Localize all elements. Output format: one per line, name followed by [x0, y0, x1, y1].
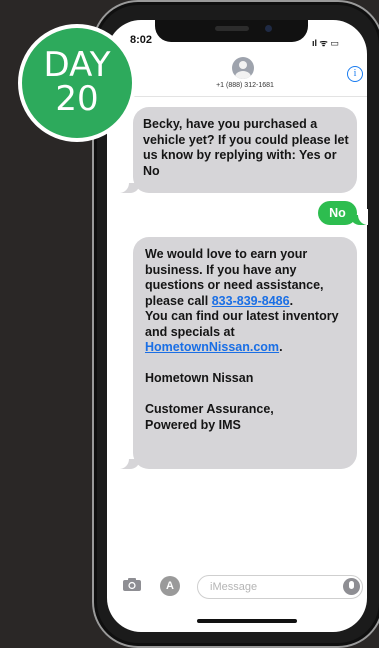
outgoing-message: No [318, 201, 357, 225]
contact-avatar-icon[interactable] [232, 57, 254, 79]
badge-number: 20 [55, 79, 99, 119]
status-icons: ıl ᯤ ▭ [312, 38, 339, 48]
message-text: Becky, have you purchased a vehicle yet?… [143, 117, 349, 178]
app-store-icon[interactable]: A [160, 576, 180, 596]
incoming-message-1: Becky, have you purchased a vehicle yet?… [133, 107, 357, 193]
signature-line-1: Customer Assurance, [145, 402, 274, 416]
info-icon[interactable]: i [347, 66, 363, 82]
badge-label: DAY [43, 45, 111, 85]
signature-line-2: Powered by IMS [145, 417, 241, 432]
imessage-input[interactable]: iMessage [197, 575, 363, 599]
avatar-head [239, 61, 247, 69]
incoming-message-2: We would love to earn your business. If … [133, 237, 357, 469]
speaker [215, 26, 249, 31]
header-divider [107, 96, 367, 97]
message-body: We would love to earn your business. If … [145, 247, 351, 433]
sender-name: Hometown Nissan [145, 371, 254, 385]
website-link[interactable]: HometownNissan.com [145, 340, 279, 354]
notch [155, 20, 308, 42]
camera-icon[interactable] [122, 577, 142, 592]
punctuation: . [279, 340, 283, 354]
phone-link[interactable]: 833-839-8486 [212, 294, 290, 308]
status-time: 8:02 [130, 34, 153, 46]
contact-number[interactable]: +1 (888) 312-1681 [190, 82, 300, 89]
home-indicator[interactable] [197, 619, 297, 623]
avatar-body [235, 71, 251, 79]
imessage-placeholder: iMessage [210, 581, 258, 593]
message-text: No [329, 206, 346, 220]
punctuation: . [289, 293, 294, 308]
front-camera [265, 25, 272, 32]
microphone-icon[interactable] [343, 578, 360, 595]
day-badge: DAY 20 [18, 24, 136, 142]
message-paragraph-2: You can find our latest inventory and sp… [145, 309, 339, 339]
